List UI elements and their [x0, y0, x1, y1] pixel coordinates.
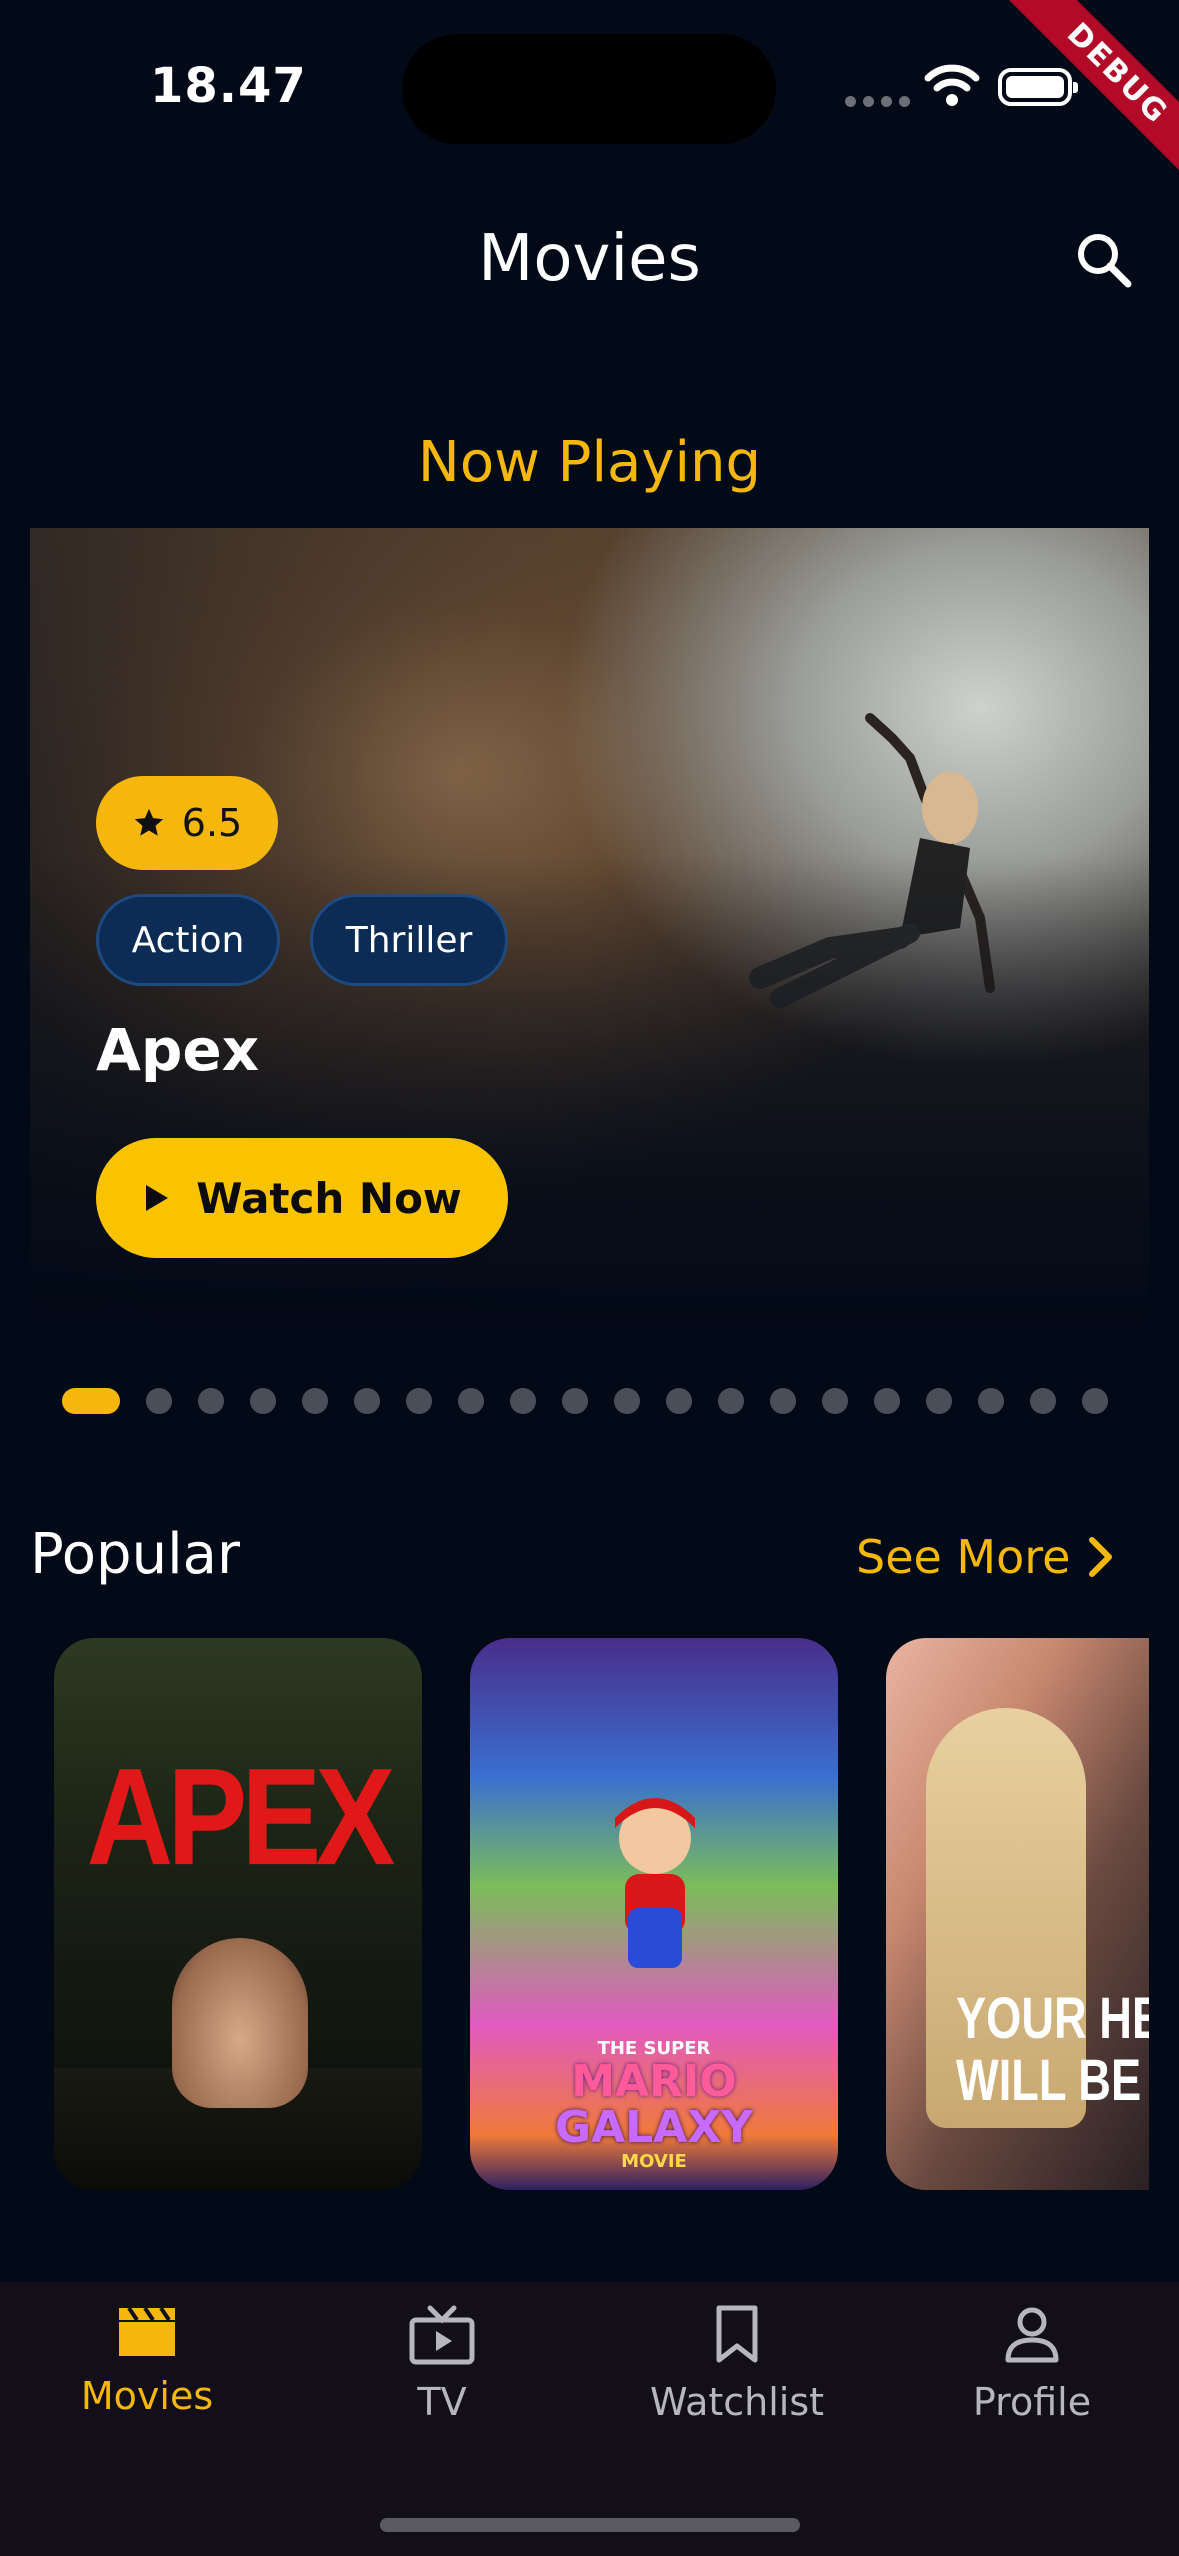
nav-item-tv[interactable]: TV: [342, 2304, 542, 2424]
featured-movie-title: Apex: [96, 1016, 260, 1084]
status-time: 18.47: [150, 58, 307, 114]
movie-poster-romance[interactable]: YOUR HEA WILL BE BRO: [886, 1638, 1149, 2190]
carousel-dot[interactable]: [614, 1388, 640, 1414]
nav-item-watchlist[interactable]: Watchlist: [637, 2304, 837, 2424]
movie-poster-apex[interactable]: APEX: [54, 1638, 422, 2190]
home-indicator: [380, 2518, 800, 2532]
nav-label: TV: [417, 2380, 467, 2424]
carousel-dot[interactable]: [458, 1388, 484, 1414]
carousel-page-indicator[interactable]: [62, 1388, 1108, 1414]
carousel-dot[interactable]: [510, 1388, 536, 1414]
see-more-label: See More: [856, 1530, 1071, 1584]
see-more-link[interactable]: See More: [856, 1530, 1114, 1584]
chevron-right-icon: [1089, 1537, 1113, 1577]
watch-now-button[interactable]: Watch Now: [96, 1138, 508, 1258]
cellular-signal-icon: [845, 96, 910, 107]
play-icon: [146, 1185, 169, 1211]
nav-item-movies[interactable]: Movies: [47, 2304, 247, 2418]
debug-banner: DEBUG: [979, 0, 1179, 200]
person-icon: [1005, 2307, 1059, 2363]
movie-poster-mario[interactable]: THE SUPER MARIO GALAXY MOVIE: [470, 1638, 838, 2190]
carousel-dot[interactable]: [874, 1388, 900, 1414]
star-icon: [134, 808, 163, 836]
carousel-dot[interactable]: [770, 1388, 796, 1414]
carousel-dot[interactable]: [302, 1388, 328, 1414]
carousel-dot[interactable]: [1030, 1388, 1056, 1414]
carousel-dot[interactable]: [1082, 1388, 1108, 1414]
carousel-dot[interactable]: [562, 1388, 588, 1414]
genre-chip[interactable]: Thriller: [310, 894, 508, 986]
poster-mario-title: THE SUPER MARIO GALAXY MOVIE: [554, 2038, 754, 2172]
carousel-dot[interactable]: [926, 1388, 952, 1414]
watch-now-label: Watch Now: [196, 1173, 462, 1223]
bookmark-icon: [716, 2305, 758, 2363]
rating-value: 6.5: [181, 801, 243, 845]
nav-label: Movies: [80, 2374, 214, 2418]
nav-item-profile[interactable]: Profile: [932, 2304, 1132, 2424]
carousel-dot[interactable]: [822, 1388, 848, 1414]
wifi-icon: [924, 64, 980, 106]
carousel-dot[interactable]: [354, 1388, 380, 1414]
genre-chip[interactable]: Action: [96, 894, 280, 986]
carousel-dot[interactable]: [406, 1388, 432, 1414]
tv-icon: [409, 2305, 475, 2365]
clapperboard-icon: [119, 2306, 175, 2356]
carousel-dot[interactable]: [146, 1388, 172, 1414]
carousel-dot[interactable]: [978, 1388, 1004, 1414]
carousel-dot[interactable]: [62, 1388, 120, 1414]
search-icon[interactable]: [1072, 228, 1136, 292]
mario-character-image: [615, 1798, 695, 1968]
carousel-dot[interactable]: [250, 1388, 276, 1414]
carousel-dot[interactable]: [198, 1388, 224, 1414]
dynamic-island: [402, 34, 776, 144]
page-title: Movies: [478, 222, 701, 296]
carousel-dot[interactable]: [718, 1388, 744, 1414]
nav-label: Profile: [972, 2380, 1092, 2424]
carousel-dot[interactable]: [666, 1388, 692, 1414]
poster-logo-text: APEX: [86, 1739, 396, 1895]
rating-badge: 6.5: [96, 776, 278, 870]
poster-title-text: YOUR HEA WILL BE BRO: [956, 1986, 1149, 2113]
now-playing-heading: Now Playing: [417, 430, 762, 495]
nav-label: Watchlist: [649, 2380, 825, 2424]
poster-face-image: [172, 1938, 308, 2108]
popular-heading: Popular: [30, 1522, 240, 1587]
